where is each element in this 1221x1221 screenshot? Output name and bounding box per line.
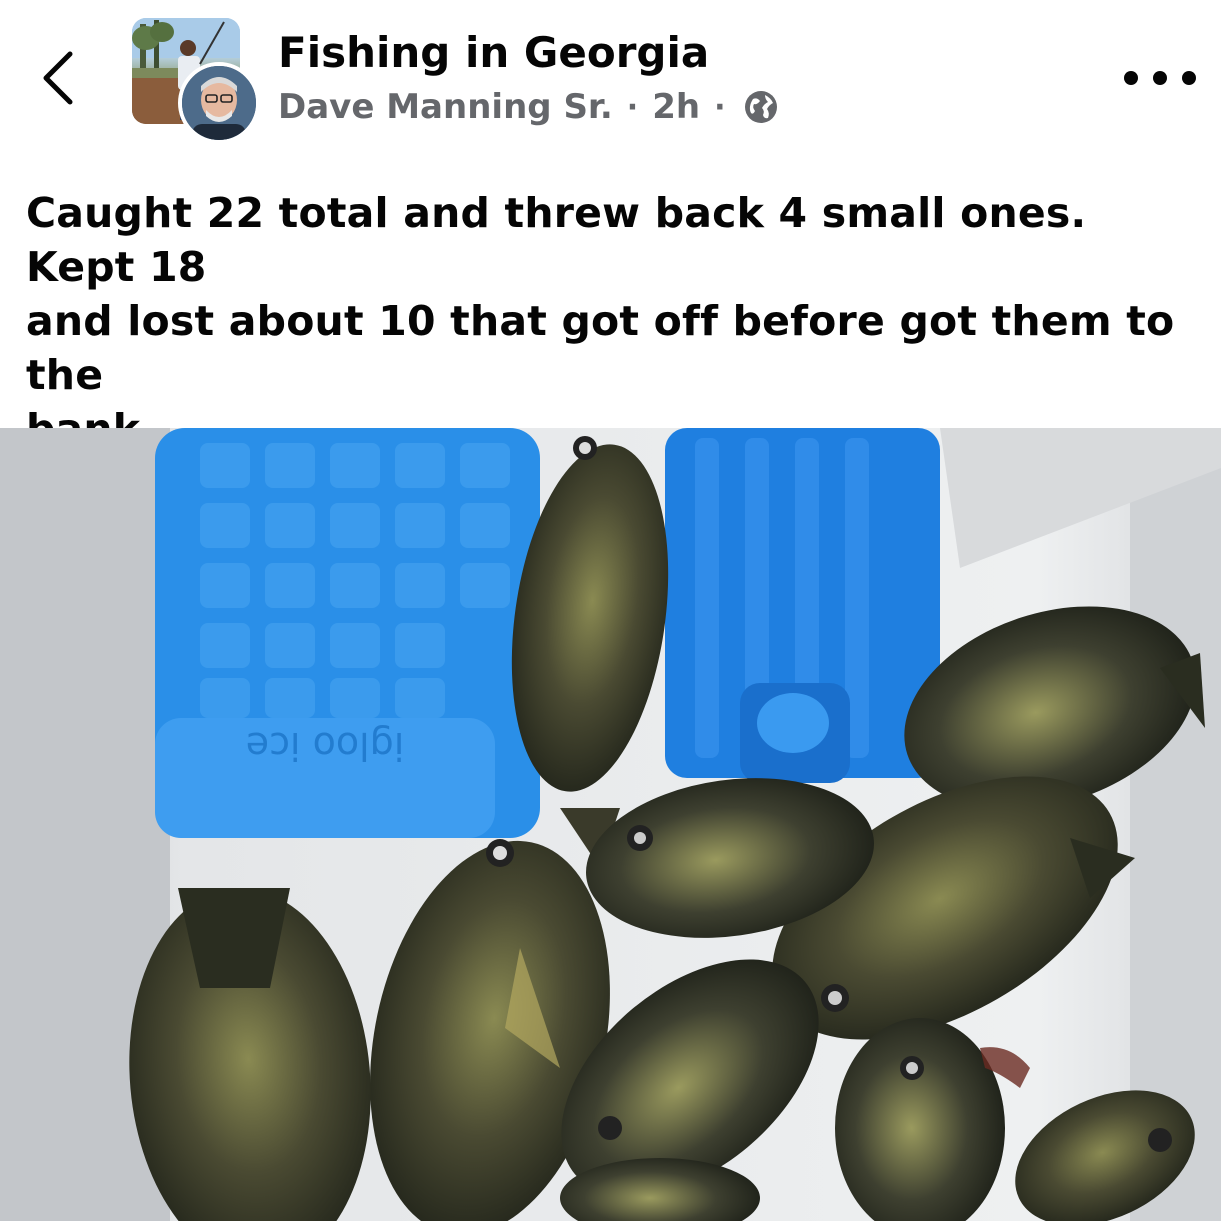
- ice-pack-right: [665, 428, 940, 783]
- more-options-button[interactable]: [1124, 60, 1196, 96]
- ice-pack-left: igloo ice: [155, 428, 540, 838]
- back-button[interactable]: [36, 46, 84, 110]
- post-timestamp[interactable]: 2h: [652, 87, 700, 127]
- group-name-link[interactable]: Fishing in Georgia: [278, 28, 709, 78]
- ice-pack-brand-text: igloo ice: [246, 724, 405, 768]
- group-avatar[interactable]: [132, 18, 260, 144]
- post-photo[interactable]: igloo ice: [0, 428, 1221, 1221]
- globe-icon: [745, 91, 778, 123]
- avatar[interactable]: [178, 62, 260, 144]
- meta-separator: ·: [714, 89, 726, 125]
- meta-separator: ·: [626, 89, 639, 125]
- chevron-left-icon: [43, 51, 73, 105]
- author-name-link[interactable]: Dave Manning Sr.: [278, 87, 613, 127]
- post-header: Fishing in Georgia Dave Manning Sr. · 2h…: [0, 0, 1221, 160]
- more-horizontal-icon: [1124, 71, 1138, 85]
- post-meta: Dave Manning Sr. · 2h ·: [278, 84, 779, 130]
